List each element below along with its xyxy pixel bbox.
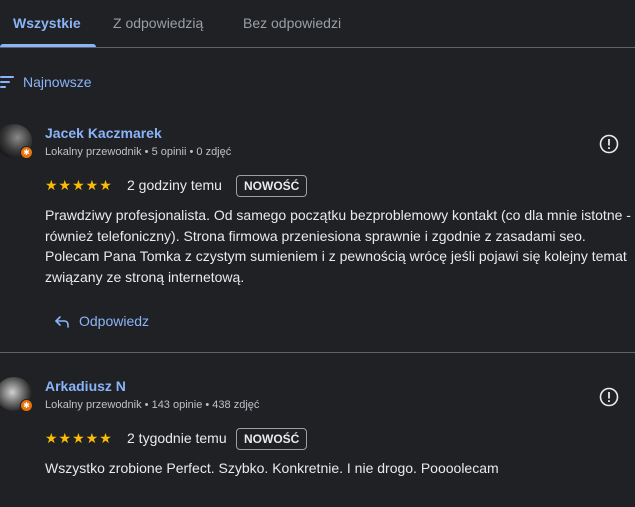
report-icon[interactable]	[599, 134, 619, 154]
review-text: Wszystko zrobione Perfect. Szybko. Konkr…	[45, 460, 499, 476]
reviewer-name[interactable]: Jacek Kaczmarek	[45, 125, 162, 141]
review-filter-tabs: Wszystkie Z odpowiedzią Bez odpowiedzi	[0, 0, 635, 48]
new-badge: NOWOŚĆ	[236, 428, 308, 450]
new-badge: NOWOŚĆ	[236, 175, 308, 197]
star-rating: ★★★★★	[45, 177, 113, 193]
review-text: Prawdziwy profesjonalista. Od samego poc…	[45, 207, 631, 285]
review-time: 2 tygodnie temu	[127, 430, 227, 446]
report-icon[interactable]	[599, 387, 619, 407]
avatar[interactable]: ✱	[0, 377, 33, 412]
reviewer-name[interactable]: Arkadiusz N	[45, 378, 126, 394]
sort-icon	[0, 76, 14, 88]
local-guide-badge-icon: ✱	[20, 399, 33, 412]
reply-icon	[55, 316, 69, 328]
tab-without-reply[interactable]: Bez odpowiedzi	[243, 15, 341, 31]
local-guide-badge-icon: ✱	[20, 146, 33, 159]
reviews-page: Wszystkie Z odpowiedzią Bez odpowiedzi N…	[0, 0, 635, 507]
tab-with-reply[interactable]: Z odpowiedzią	[113, 15, 203, 31]
reply-label: Odpowiedz	[79, 313, 150, 329]
review-time: 2 godziny temu	[127, 177, 222, 193]
reviewer-meta: Lokalny przewodnik • 143 opinie • 438 zd…	[45, 399, 260, 411]
sort-label: Najnowsze	[23, 74, 92, 90]
tab-all[interactable]: Wszystkie	[13, 15, 81, 31]
review-divider	[0, 352, 635, 353]
avatar[interactable]: ✱	[0, 124, 33, 159]
star-rating: ★★★★★	[45, 430, 113, 446]
active-tab-indicator	[0, 44, 96, 47]
reviewer-meta: Lokalny przewodnik • 5 opinii • 0 zdjęć	[45, 146, 232, 158]
